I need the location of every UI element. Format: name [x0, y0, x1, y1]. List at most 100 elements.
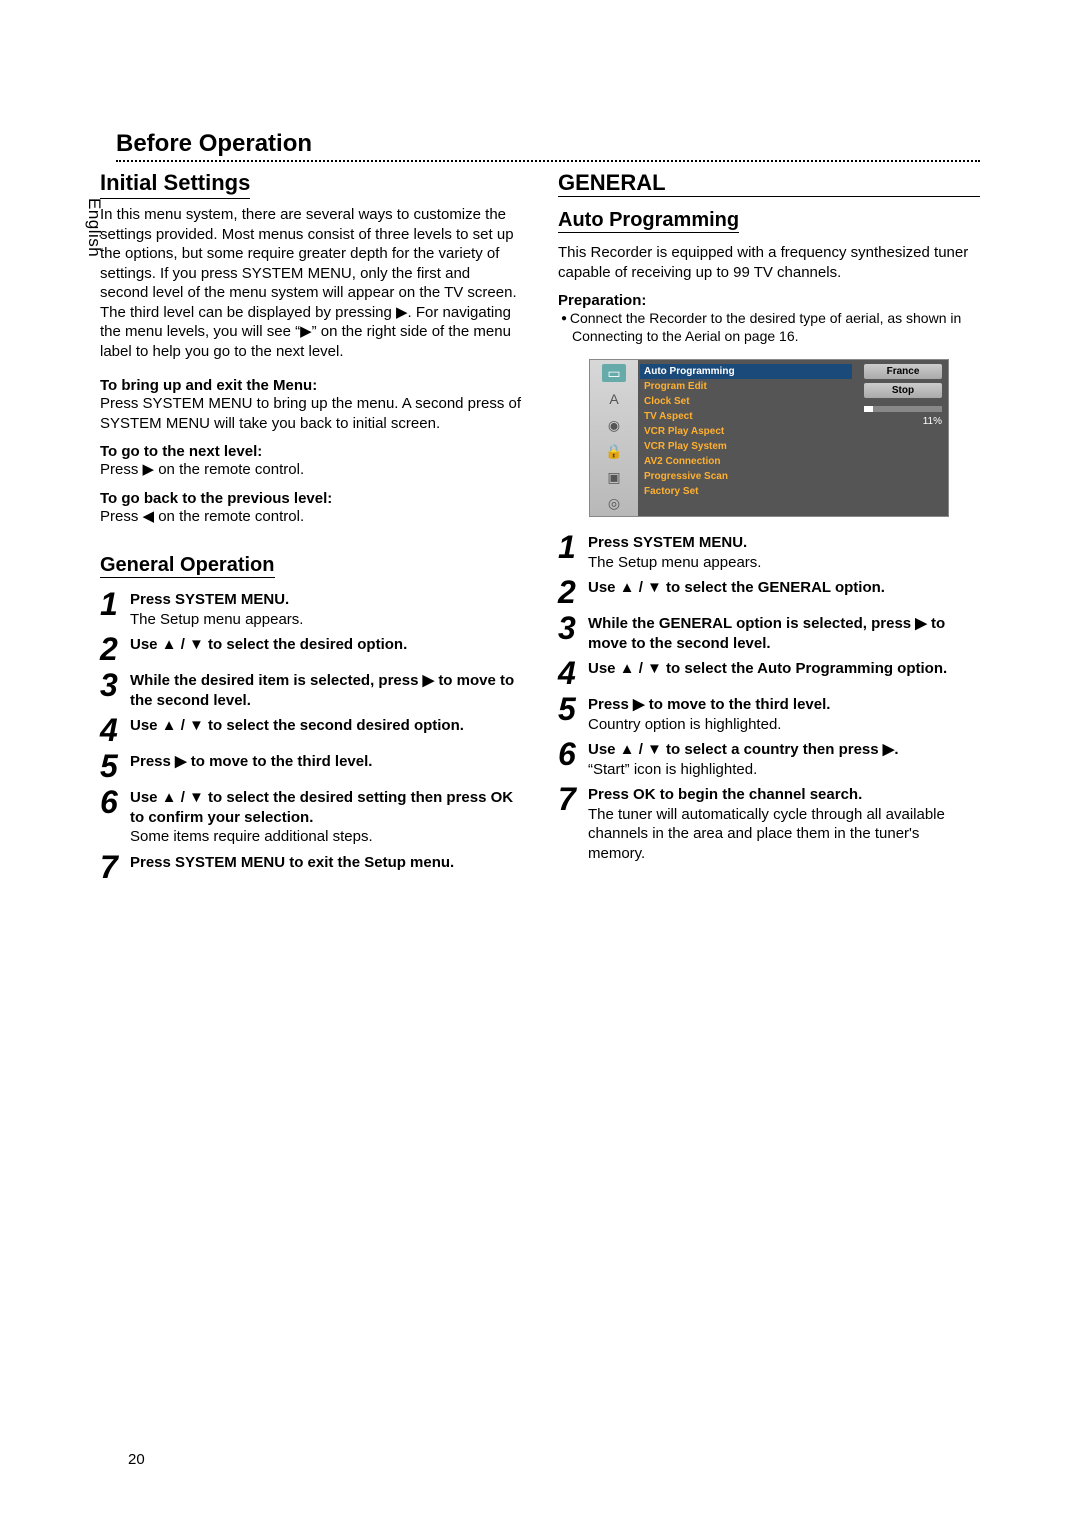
step: 7 Press SYSTEM MENU to exit the Setup men…	[100, 851, 522, 883]
step: 1 Press SYSTEM MENU. The Setup menu appear…	[100, 588, 522, 629]
prev-level-text: Press ◀ on the remote control.	[100, 507, 522, 527]
osd-stop-button: Stop	[864, 383, 942, 398]
next-level-text: Press ▶ on the remote control.	[100, 460, 522, 480]
osd-progress-bar	[864, 406, 942, 412]
language-icon: A	[602, 390, 626, 408]
osd-menu-item: VCR Play System	[644, 439, 852, 454]
step: 7 Press OK to begin the channel search. Th…	[558, 783, 980, 863]
step-rest: The tuner will automatically cycle throu…	[588, 806, 945, 862]
osd-menu-item: Factory Set	[644, 484, 852, 499]
divider	[116, 160, 980, 162]
preparation-item: Connect the Recorder to the desired type…	[572, 309, 980, 345]
step-number: 7	[558, 783, 582, 815]
step-body: While the GENERAL option is selected, pr…	[588, 612, 980, 653]
step: 5 Press ▶ to move to the third level.	[100, 750, 522, 782]
step: 6Use ▲ / ▼ to select the desired setting…	[100, 786, 522, 847]
step-bold: While the desired item is selected, pres…	[130, 672, 514, 709]
prev-level-heading: To go back to the previous level:	[100, 490, 522, 507]
step-number: 6	[558, 738, 582, 770]
step-rest: Country option is highlighted.	[588, 716, 781, 733]
step-number: 3	[558, 612, 582, 644]
auto-programming-heading: Auto Programming	[558, 209, 739, 233]
language-tab: English	[84, 198, 104, 257]
general-heading: GENERAL	[558, 170, 980, 197]
step-body: Press SYSTEM MENU. The Setup menu appears…	[588, 531, 761, 572]
next-level-heading: To go to the next level:	[100, 443, 522, 460]
step: 4 Use ▲ / ▼ to select the second desired …	[100, 714, 522, 746]
lock-icon: 🔒	[602, 442, 626, 460]
step-number: 1	[100, 588, 124, 620]
step-body: Use ▲ / ▼ to select the Auto Programming…	[588, 657, 947, 679]
step-bold: Press SYSTEM MENU to exit the Setup menu…	[130, 854, 454, 871]
step-bold: While the GENERAL option is selected, pr…	[588, 615, 945, 652]
step: 5 Press ▶ to move to the third level. Coun…	[558, 693, 980, 734]
step-bold: Press OK to begin the channel search.	[588, 786, 862, 803]
step-body: Use ▲ / ▼ to select a country then press…	[588, 738, 898, 779]
step-bold: Use ▲ / ▼ to select the GENERAL option.	[588, 579, 885, 596]
step-body: Use ▲ / ▼ to select the desired option.	[130, 633, 407, 655]
osd-country-button: France	[864, 364, 942, 379]
step-body: Use ▲ / ▼ to select the second desired o…	[130, 714, 464, 736]
step: 6 Use ▲ / ▼ to select a country then pres…	[558, 738, 980, 779]
step-number: 5	[558, 693, 582, 725]
osd-progress-percent: 11%	[864, 416, 942, 427]
step: 3While the GENERAL option is selected, p…	[558, 612, 980, 653]
step-number: 2	[558, 576, 582, 608]
step-body: Use ▲ / ▼ to select the GENERAL option.	[588, 576, 885, 598]
step-bold: Press ▶ to move to the third level.	[588, 696, 830, 713]
step-bold: Press SYSTEM MENU.	[130, 591, 289, 608]
step-number: 7	[100, 851, 124, 883]
osd-menu-item: Clock Set	[644, 394, 852, 409]
initial-settings-heading: Initial Settings	[100, 170, 250, 199]
osd-menu-item: VCR Play Aspect	[644, 424, 852, 439]
step-number: 2	[100, 633, 124, 665]
step-bold: Use ▲ / ▼ to select a country then press…	[588, 741, 898, 758]
step-body: Use ▲ / ▼ to select the desired setting …	[130, 786, 522, 847]
autoprog-intro: This Recorder is equipped with a frequen…	[558, 243, 980, 282]
step-rest: Some items require additional steps.	[130, 828, 373, 845]
step-number: 3	[100, 669, 124, 701]
step-rest: “Start” icon is highlighted.	[588, 761, 757, 778]
step-number: 5	[100, 750, 124, 782]
step-bold: Use ▲ / ▼ to select the Auto Programming…	[588, 660, 947, 677]
osd-right-panel: France Stop 11%	[858, 360, 948, 516]
step-bold: Use ▲ / ▼ to select the desired setting …	[130, 789, 513, 826]
intro-paragraph: In this menu system, there are several w…	[100, 205, 522, 361]
step-body: Press OK to begin the channel search. The…	[588, 783, 980, 863]
step-bold: Press ▶ to move to the third level.	[130, 753, 372, 770]
osd-screenshot: ▭ A ◉ 🔒 ▣ ◎ Auto ProgrammingProgram Edit…	[589, 359, 949, 517]
osd-menu-item: Program Edit	[644, 379, 852, 394]
step-body: Press SYSTEM MENU to exit the Setup menu…	[130, 851, 454, 873]
step-bold: Use ▲ / ▼ to select the second desired o…	[130, 717, 464, 734]
step-bold: Press SYSTEM MENU.	[588, 534, 747, 551]
step-bold: Use ▲ / ▼ to select the desired option.	[130, 636, 407, 653]
disc-icon: ◎	[602, 494, 626, 512]
left-column: Initial Settings In this menu system, th…	[100, 170, 522, 887]
osd-menu-list: Auto ProgrammingProgram EditClock SetTV …	[638, 360, 858, 516]
step: 1Press SYSTEM MENU.The Setup menu appear…	[558, 531, 980, 572]
step-body: Press ▶ to move to the third level. Count…	[588, 693, 830, 734]
tv-icon: ▭	[602, 364, 626, 382]
step-rest: The Setup menu appears.	[588, 554, 761, 571]
step-number: 4	[100, 714, 124, 746]
osd-menu-item: AV2 Connection	[644, 454, 852, 469]
preparation-label: Preparation:	[558, 292, 980, 309]
record-icon: ▣	[602, 468, 626, 486]
step: 2 Use ▲ / ▼ to select the desired option.	[100, 633, 522, 665]
step-body: While the desired item is selected, pres…	[130, 669, 522, 710]
osd-menu-item: TV Aspect	[644, 409, 852, 424]
right-column: GENERAL Auto Programming This Recorder i…	[558, 170, 980, 887]
step-rest: The Setup menu appears.	[130, 611, 303, 628]
osd-icon-column: ▭ A ◉ 🔒 ▣ ◎	[590, 360, 638, 516]
step: 3While the desired item is selected, pre…	[100, 669, 522, 710]
step-body: Press ▶ to move to the third level.	[130, 750, 372, 772]
general-operation-heading: General Operation	[100, 554, 275, 578]
step-number: 6	[100, 786, 124, 818]
step: 2 Use ▲ / ▼ to select the GENERAL option.	[558, 576, 980, 608]
bring-up-text: Press SYSTEM MENU to bring up the menu. …	[100, 394, 522, 433]
osd-menu-item: Auto Programming	[640, 364, 852, 379]
bring-up-heading: To bring up and exit the Menu:	[100, 377, 522, 394]
step-body: Press SYSTEM MENU. The Setup menu appears…	[130, 588, 303, 629]
audio-icon: ◉	[602, 416, 626, 434]
section-header: Before Operation	[116, 130, 980, 158]
